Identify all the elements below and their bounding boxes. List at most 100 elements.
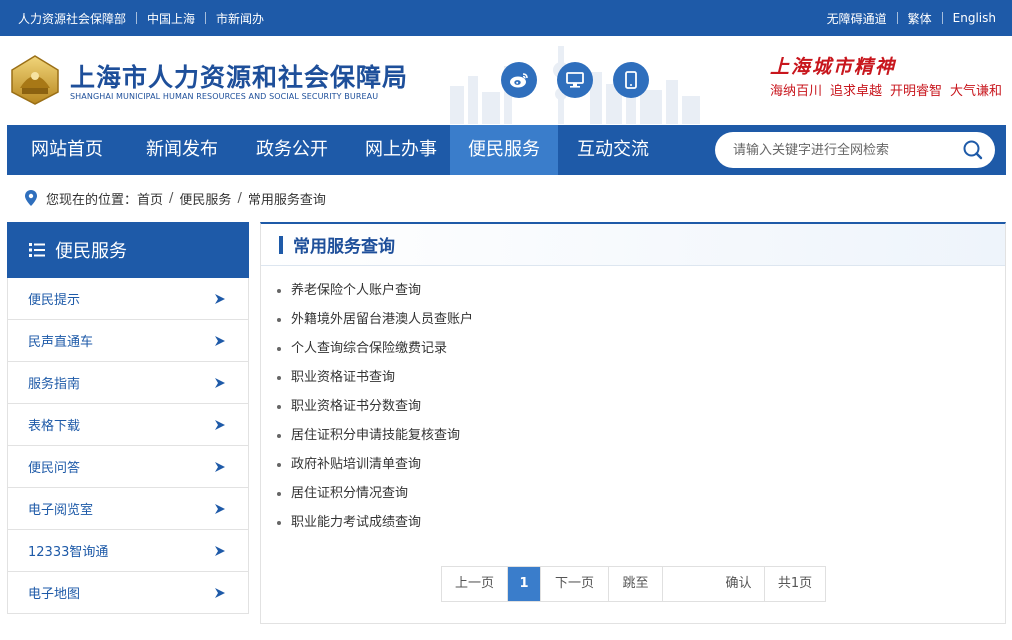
main-nav: 网站首页 新闻发布 政务公开 网上办事 便民服务 互动交流	[7, 125, 1006, 175]
sidebar-item-label: 电子地图	[28, 587, 81, 602]
mobile-site-button[interactable]	[613, 62, 649, 98]
breadcrumb-separator: /	[237, 190, 242, 206]
sidebar-item-public-voice[interactable]: 民声直通车	[7, 320, 249, 362]
bullet	[277, 289, 281, 293]
sidebar-item-form-download[interactable]: 表格下载	[7, 404, 249, 446]
city-spirit-word: 开明睿智	[890, 84, 943, 99]
weibo-button[interactable]	[501, 62, 537, 98]
list-item[interactable]: 职业资格证书分数查询	[277, 397, 1005, 426]
link-news-office[interactable]: 市新闻办	[216, 10, 264, 27]
nav-item-home[interactable]: 网站首页	[7, 125, 127, 175]
list-item[interactable]: 职业资格证书查询	[277, 368, 1005, 397]
sidebar-item-label: 12333智询通	[28, 545, 109, 560]
nav-item-gov-affairs[interactable]: 政务公开	[237, 125, 347, 175]
site-header: 上海市人力资源和社会保障局 SHANGHAI MUNICIPAL HUMAN R…	[0, 36, 1012, 124]
service-link[interactable]: 个人查询综合保险缴费记录	[291, 339, 447, 359]
bullet	[277, 405, 281, 409]
page-number-input[interactable]	[663, 567, 713, 601]
arrow-right-icon	[215, 378, 225, 388]
sidebar-item-faq[interactable]: 便民问答	[7, 446, 249, 488]
divider	[941, 12, 943, 24]
service-link[interactable]: 居住证积分申请技能复核查询	[291, 426, 460, 446]
top-bar-left-links: 人力资源社会保障部 中国上海 市新闻办	[18, 0, 264, 36]
service-link[interactable]: 居住证积分情况查询	[291, 484, 408, 504]
next-page-button[interactable]: 下一页	[541, 567, 609, 601]
breadcrumb-current: 常用服务查询	[247, 192, 326, 208]
sidebar-item-map[interactable]: 电子地图	[7, 572, 249, 614]
link-mohrss[interactable]: 人力资源社会保障部	[18, 10, 126, 27]
city-spirit-word: 大气谦和	[950, 84, 1003, 99]
menu-list-icon	[29, 243, 45, 257]
pagination: 上一页 1 下一页 跳至 确认 共1页	[441, 566, 826, 602]
link-china-shanghai[interactable]: 中国上海	[147, 10, 195, 27]
sidebar-item-label: 服务指南	[28, 377, 81, 392]
sidebar-title: 便民服务	[55, 241, 127, 262]
sidebar-item-service-guide[interactable]: 服务指南	[7, 362, 249, 404]
link-english[interactable]: English	[953, 11, 996, 25]
list-item[interactable]: 个人查询综合保险缴费记录	[277, 339, 1005, 368]
divider	[205, 12, 207, 24]
pc-site-button[interactable]	[557, 62, 593, 98]
service-link[interactable]: 政府补贴培训清单查询	[291, 455, 421, 475]
list-item[interactable]: 养老保险个人账户查询	[277, 281, 1005, 310]
title-accent-bar	[279, 235, 283, 254]
breadcrumb-public-services[interactable]: 便民服务	[179, 189, 231, 208]
service-link[interactable]: 外籍境外居留台港澳人员查账户	[291, 310, 473, 330]
city-spirit-word: 追求卓越	[830, 84, 883, 99]
sidebar-header: 便民服务	[7, 222, 249, 278]
list-item[interactable]: 居住证积分申请技能复核查询	[277, 426, 1005, 455]
link-traditional-chinese[interactable]: 繁体	[908, 10, 932, 27]
arrow-right-icon	[215, 336, 225, 346]
nav-item-news[interactable]: 新闻发布	[127, 125, 237, 175]
sidebar-item-12333[interactable]: 12333智询通	[7, 530, 249, 572]
weibo-icon	[510, 73, 528, 88]
breadcrumb-separator: /	[169, 190, 174, 206]
prev-page-button[interactable]: 上一页	[442, 567, 508, 601]
sidebar-item-label: 便民提示	[28, 293, 81, 308]
arrow-right-icon	[215, 546, 225, 556]
service-link[interactable]: 养老保险个人账户查询	[291, 281, 421, 301]
service-list: 养老保险个人账户查询 外籍境外居留台港澳人员查账户 个人查询综合保险缴费记录 职…	[261, 281, 1005, 542]
bullet	[277, 521, 281, 525]
nav-item-online-services[interactable]: 网上办事	[347, 125, 455, 175]
search-button[interactable]	[961, 138, 985, 162]
confirm-button[interactable]: 确认	[713, 567, 765, 601]
arrow-right-icon	[215, 294, 225, 304]
bureau-logo-emblem[interactable]	[8, 54, 62, 106]
city-spirit-words: 海纳百川 追求卓越 开明睿智 大气谦和	[770, 80, 1002, 99]
bullet	[277, 492, 281, 496]
service-link[interactable]: 职业能力考试成绩查询	[291, 513, 421, 533]
nav-item-interaction[interactable]: 互动交流	[558, 125, 668, 175]
content-header: 常用服务查询	[261, 224, 1005, 266]
sidebar-item-reading-room[interactable]: 电子阅览室	[7, 488, 249, 530]
breadcrumb-home[interactable]: 首页	[137, 189, 163, 208]
sidebar-item-tips[interactable]: 便民提示	[7, 278, 249, 320]
top-bar: 人力资源社会保障部 中国上海 市新闻办 无障碍通道 繁体 English	[0, 0, 1012, 36]
current-page[interactable]: 1	[508, 567, 541, 601]
service-link[interactable]: 职业资格证书查询	[291, 368, 395, 388]
nav-item-public-services[interactable]: 便民服务	[450, 125, 558, 175]
page-title: 常用服务查询	[293, 237, 395, 257]
city-spirit-title: 上海城市精神	[770, 56, 897, 78]
sidebar-item-label: 便民问答	[28, 461, 81, 476]
list-item[interactable]: 职业能力考试成绩查询	[277, 513, 1005, 542]
search-input[interactable]	[733, 132, 953, 168]
location-pin-icon	[25, 190, 37, 206]
top-bar-right-links: 无障碍通道 繁体 English	[827, 0, 996, 36]
search-icon	[963, 140, 983, 160]
arrow-right-icon	[215, 588, 225, 598]
site-title: 上海市人力资源和社会保障局	[70, 63, 409, 92]
goto-label: 跳至	[609, 567, 663, 601]
list-item[interactable]: 居住证积分情况查询	[277, 484, 1005, 513]
main-content: 常用服务查询 养老保险个人账户查询 外籍境外居留台港澳人员查账户 个人查询综合保…	[260, 222, 1006, 624]
desktop-icon	[566, 72, 584, 88]
breadcrumb-label: 您现在的位置：	[46, 192, 138, 208]
bullet	[277, 318, 281, 322]
list-item[interactable]: 政府补贴培训清单查询	[277, 455, 1005, 484]
service-link[interactable]: 职业资格证书分数查询	[291, 397, 421, 417]
mobile-phone-icon	[625, 71, 637, 89]
divider	[896, 12, 898, 24]
sidebar: 便民服务 便民提示 民声直通车 服务指南 表格下载 便民问答 电子阅览室 123…	[7, 222, 249, 614]
list-item[interactable]: 外籍境外居留台港澳人员查账户	[277, 310, 1005, 339]
link-accessibility[interactable]: 无障碍通道	[827, 10, 887, 27]
